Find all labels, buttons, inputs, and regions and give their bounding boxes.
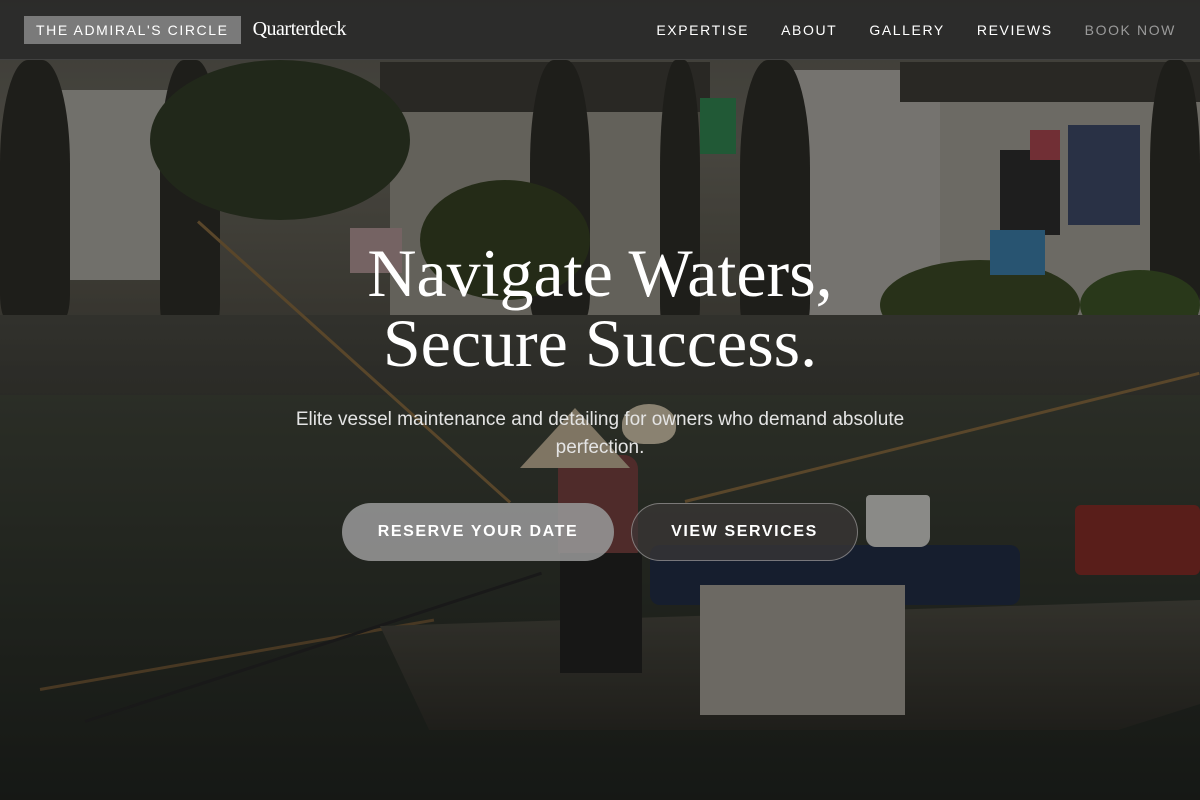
hero-subtitle: Elite vessel maintenance and detailing f… [295, 409, 905, 458]
nav-link-reviews[interactable]: REVIEWS [977, 22, 1053, 38]
nav-links: EXPERTISE ABOUT GALLERY REVIEWS BOOK NOW [624, 22, 1176, 38]
reserve-date-button[interactable]: RESERVE YOUR DATE [342, 503, 614, 561]
hero-title: Navigate Waters, Secure Success. [200, 238, 1000, 378]
view-services-button[interactable]: VIEW SERVICES [631, 503, 858, 561]
hero-title-line-2: Secure Success. [382, 305, 818, 381]
nav-link-book-now[interactable]: BOOK NOW [1085, 22, 1176, 38]
brand-badge[interactable]: THE ADMIRAL'S CIRCLE [24, 15, 241, 44]
hero-title-line-1: Navigate Waters, [367, 235, 833, 311]
top-navbar: THE ADMIRAL'S CIRCLE Quarterdeck EXPERTI… [0, 0, 1200, 60]
hero-section: Navigate Waters, Secure Success. Elite v… [0, 60, 1200, 800]
nav-link-expertise[interactable]: EXPERTISE [656, 22, 749, 38]
nav-link-about[interactable]: ABOUT [781, 22, 837, 38]
brand-name[interactable]: Quarterdeck [253, 18, 347, 41]
nav-link-gallery[interactable]: GALLERY [869, 22, 945, 38]
